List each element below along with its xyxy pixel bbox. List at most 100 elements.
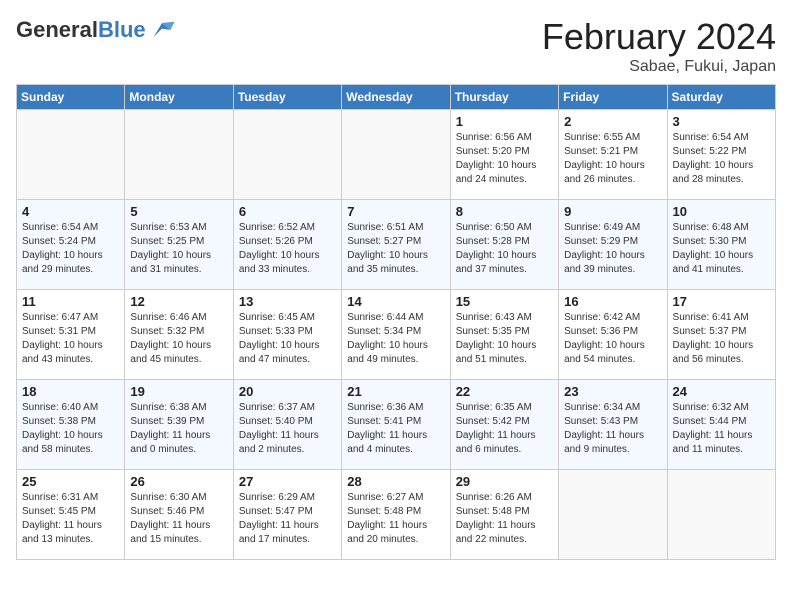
day-info: Sunrise: 6:52 AM Sunset: 5:26 PM Dayligh…: [239, 221, 336, 277]
day-info: Sunrise: 6:34 AM Sunset: 5:43 PM Dayligh…: [564, 401, 661, 457]
logo-general: General: [16, 17, 98, 42]
day-number: 9: [564, 204, 661, 219]
day-info: Sunrise: 6:50 AM Sunset: 5:28 PM Dayligh…: [456, 221, 553, 277]
day-info: Sunrise: 6:31 AM Sunset: 5:45 PM Dayligh…: [22, 491, 119, 547]
day-info: Sunrise: 6:56 AM Sunset: 5:20 PM Dayligh…: [456, 131, 553, 187]
day-info: Sunrise: 6:42 AM Sunset: 5:36 PM Dayligh…: [564, 311, 661, 367]
day-info: Sunrise: 6:32 AM Sunset: 5:44 PM Dayligh…: [673, 401, 770, 457]
calendar-cell: 26Sunrise: 6:30 AM Sunset: 5:46 PM Dayli…: [125, 470, 233, 560]
calendar-cell: 20Sunrise: 6:37 AM Sunset: 5:40 PM Dayli…: [233, 380, 341, 470]
calendar-cell: [559, 470, 667, 560]
calendar-cell: 11 Sunrise: 6:47 AM Sunset: 5:31 PM Dayli…: [17, 290, 125, 380]
day-info: Sunrise: 6:44 AM Sunset: 5:34 PM Dayligh…: [347, 311, 444, 367]
calendar-cell: 6 Sunrise: 6:52 AM Sunset: 5:26 PM Daylig…: [233, 200, 341, 290]
calendar-cell: 25 Sunrise: 6:31 AM Sunset: 5:45 PM Dayli…: [17, 470, 125, 560]
day-info: Sunrise: 6:36 AM Sunset: 5:41 PM Dayligh…: [347, 401, 444, 457]
calendar-week-row: 1 Sunrise: 6:56 AM Sunset: 5:20 PM Daylig…: [17, 110, 776, 200]
day-info: Sunrise: 6:54 AM Sunset: 5:22 PM Dayligh…: [673, 131, 770, 187]
day-info: Sunrise: 6:30 AM Sunset: 5:46 PM Dayligh…: [130, 491, 227, 547]
day-number: 19: [130, 384, 227, 399]
day-number: 29: [456, 474, 553, 489]
day-number: 17: [673, 294, 770, 309]
calendar-cell: 5 Sunrise: 6:53 AM Sunset: 5:25 PM Daylig…: [125, 200, 233, 290]
day-number: 28: [347, 474, 444, 489]
calendar-cell: 16 Sunrise: 6:42 AM Sunset: 5:36 PM Dayli…: [559, 290, 667, 380]
day-info: Sunrise: 6:38 AM Sunset: 5:39 PM Dayligh…: [130, 401, 227, 457]
calendar-cell: 28 Sunrise: 6:27 AM Sunset: 5:48 PM Dayli…: [342, 470, 450, 560]
calendar-cell: 21 Sunrise: 6:36 AM Sunset: 5:41 PM Dayli…: [342, 380, 450, 470]
day-info: Sunrise: 6:35 AM Sunset: 5:42 PM Dayligh…: [456, 401, 553, 457]
day-info: Sunrise: 6:47 AM Sunset: 5:31 PM Dayligh…: [22, 311, 119, 367]
day-number: 21: [347, 384, 444, 399]
calendar-cell: 3 Sunrise: 6:54 AM Sunset: 5:22 PM Daylig…: [667, 110, 775, 200]
day-info: Sunrise: 6:27 AM Sunset: 5:48 PM Dayligh…: [347, 491, 444, 547]
logo-text: GeneralBlue: [16, 17, 146, 43]
weekday-header: Saturday: [667, 85, 775, 110]
calendar-cell: 23 Sunrise: 6:34 AM Sunset: 5:43 PM Dayli…: [559, 380, 667, 470]
day-info: Sunrise: 6:45 AM Sunset: 5:33 PM Dayligh…: [239, 311, 336, 367]
day-number: 22: [456, 384, 553, 399]
day-info: Sunrise: 6:43 AM Sunset: 5:35 PM Dayligh…: [456, 311, 553, 367]
calendar-cell: [17, 110, 125, 200]
day-info: Sunrise: 6:29 AM Sunset: 5:47 PM Dayligh…: [239, 491, 336, 547]
weekday-header: Friday: [559, 85, 667, 110]
header-row: SundayMondayTuesdayWednesdayThursdayFrid…: [17, 85, 776, 110]
day-number: 3: [673, 114, 770, 129]
calendar-cell: 24 Sunrise: 6:32 AM Sunset: 5:44 PM Dayli…: [667, 380, 775, 470]
calendar-cell: 14 Sunrise: 6:44 AM Sunset: 5:34 PM Dayli…: [342, 290, 450, 380]
weekday-header: Thursday: [450, 85, 558, 110]
day-number: 25: [22, 474, 119, 489]
calendar-cell: [342, 110, 450, 200]
day-number: 12: [130, 294, 227, 309]
day-number: 16: [564, 294, 661, 309]
day-info: Sunrise: 6:37 AM Sunset: 5:40 PM Dayligh…: [239, 401, 336, 457]
calendar-cell: 10Sunrise: 6:48 AM Sunset: 5:30 PM Dayli…: [667, 200, 775, 290]
day-number: 6: [239, 204, 336, 219]
calendar-week-row: 4Sunrise: 6:54 AM Sunset: 5:24 PM Daylig…: [17, 200, 776, 290]
day-number: 8: [456, 204, 553, 219]
calendar-cell: 1 Sunrise: 6:56 AM Sunset: 5:20 PM Daylig…: [450, 110, 558, 200]
day-number: 14: [347, 294, 444, 309]
calendar-cell: [233, 110, 341, 200]
title-area: February 2024 Sabae, Fukui, Japan: [542, 16, 776, 76]
day-info: Sunrise: 6:48 AM Sunset: 5:30 PM Dayligh…: [673, 221, 770, 277]
weekday-header: Tuesday: [233, 85, 341, 110]
calendar-cell: [125, 110, 233, 200]
day-number: 15: [456, 294, 553, 309]
weekday-header: Sunday: [17, 85, 125, 110]
day-info: Sunrise: 6:41 AM Sunset: 5:37 PM Dayligh…: [673, 311, 770, 367]
day-info: Sunrise: 6:51 AM Sunset: 5:27 PM Dayligh…: [347, 221, 444, 277]
day-info: Sunrise: 6:55 AM Sunset: 5:21 PM Dayligh…: [564, 131, 661, 187]
calendar-week-row: 11 Sunrise: 6:47 AM Sunset: 5:31 PM Dayli…: [17, 290, 776, 380]
calendar-cell: 9 Sunrise: 6:49 AM Sunset: 5:29 PM Daylig…: [559, 200, 667, 290]
page-header: GeneralBlue February 2024 Sabae, Fukui, …: [16, 16, 776, 76]
calendar-cell: 29Sunrise: 6:26 AM Sunset: 5:48 PM Dayli…: [450, 470, 558, 560]
day-number: 24: [673, 384, 770, 399]
calendar-cell: 19 Sunrise: 6:38 AM Sunset: 5:39 PM Dayli…: [125, 380, 233, 470]
day-info: Sunrise: 6:40 AM Sunset: 5:38 PM Dayligh…: [22, 401, 119, 457]
day-number: 4: [22, 204, 119, 219]
calendar-table: SundayMondayTuesdayWednesdayThursdayFrid…: [16, 84, 776, 560]
calendar-cell: 27 Sunrise: 6:29 AM Sunset: 5:47 PM Dayli…: [233, 470, 341, 560]
calendar-cell: 2 Sunrise: 6:55 AM Sunset: 5:21 PM Daylig…: [559, 110, 667, 200]
day-info: Sunrise: 6:46 AM Sunset: 5:32 PM Dayligh…: [130, 311, 227, 367]
calendar-cell: 15 Sunrise: 6:43 AM Sunset: 5:35 PM Dayli…: [450, 290, 558, 380]
day-number: 27: [239, 474, 336, 489]
day-number: 23: [564, 384, 661, 399]
day-number: 11: [22, 294, 119, 309]
day-number: 2: [564, 114, 661, 129]
day-number: 5: [130, 204, 227, 219]
day-info: Sunrise: 6:53 AM Sunset: 5:25 PM Dayligh…: [130, 221, 227, 277]
day-number: 1: [456, 114, 553, 129]
month-title: February 2024: [542, 16, 776, 58]
calendar-week-row: 25 Sunrise: 6:31 AM Sunset: 5:45 PM Dayli…: [17, 470, 776, 560]
day-info: Sunrise: 6:49 AM Sunset: 5:29 PM Dayligh…: [564, 221, 661, 277]
calendar-cell: 22 Sunrise: 6:35 AM Sunset: 5:42 PM Dayli…: [450, 380, 558, 470]
day-number: 13: [239, 294, 336, 309]
calendar-cell: 12 Sunrise: 6:46 AM Sunset: 5:32 PM Dayli…: [125, 290, 233, 380]
day-number: 18: [22, 384, 119, 399]
logo-bird-icon: [148, 16, 176, 44]
calendar-cell: 4Sunrise: 6:54 AM Sunset: 5:24 PM Daylig…: [17, 200, 125, 290]
calendar-cell: 18 Sunrise: 6:40 AM Sunset: 5:38 PM Dayli…: [17, 380, 125, 470]
calendar-cell: 8 Sunrise: 6:50 AM Sunset: 5:28 PM Daylig…: [450, 200, 558, 290]
